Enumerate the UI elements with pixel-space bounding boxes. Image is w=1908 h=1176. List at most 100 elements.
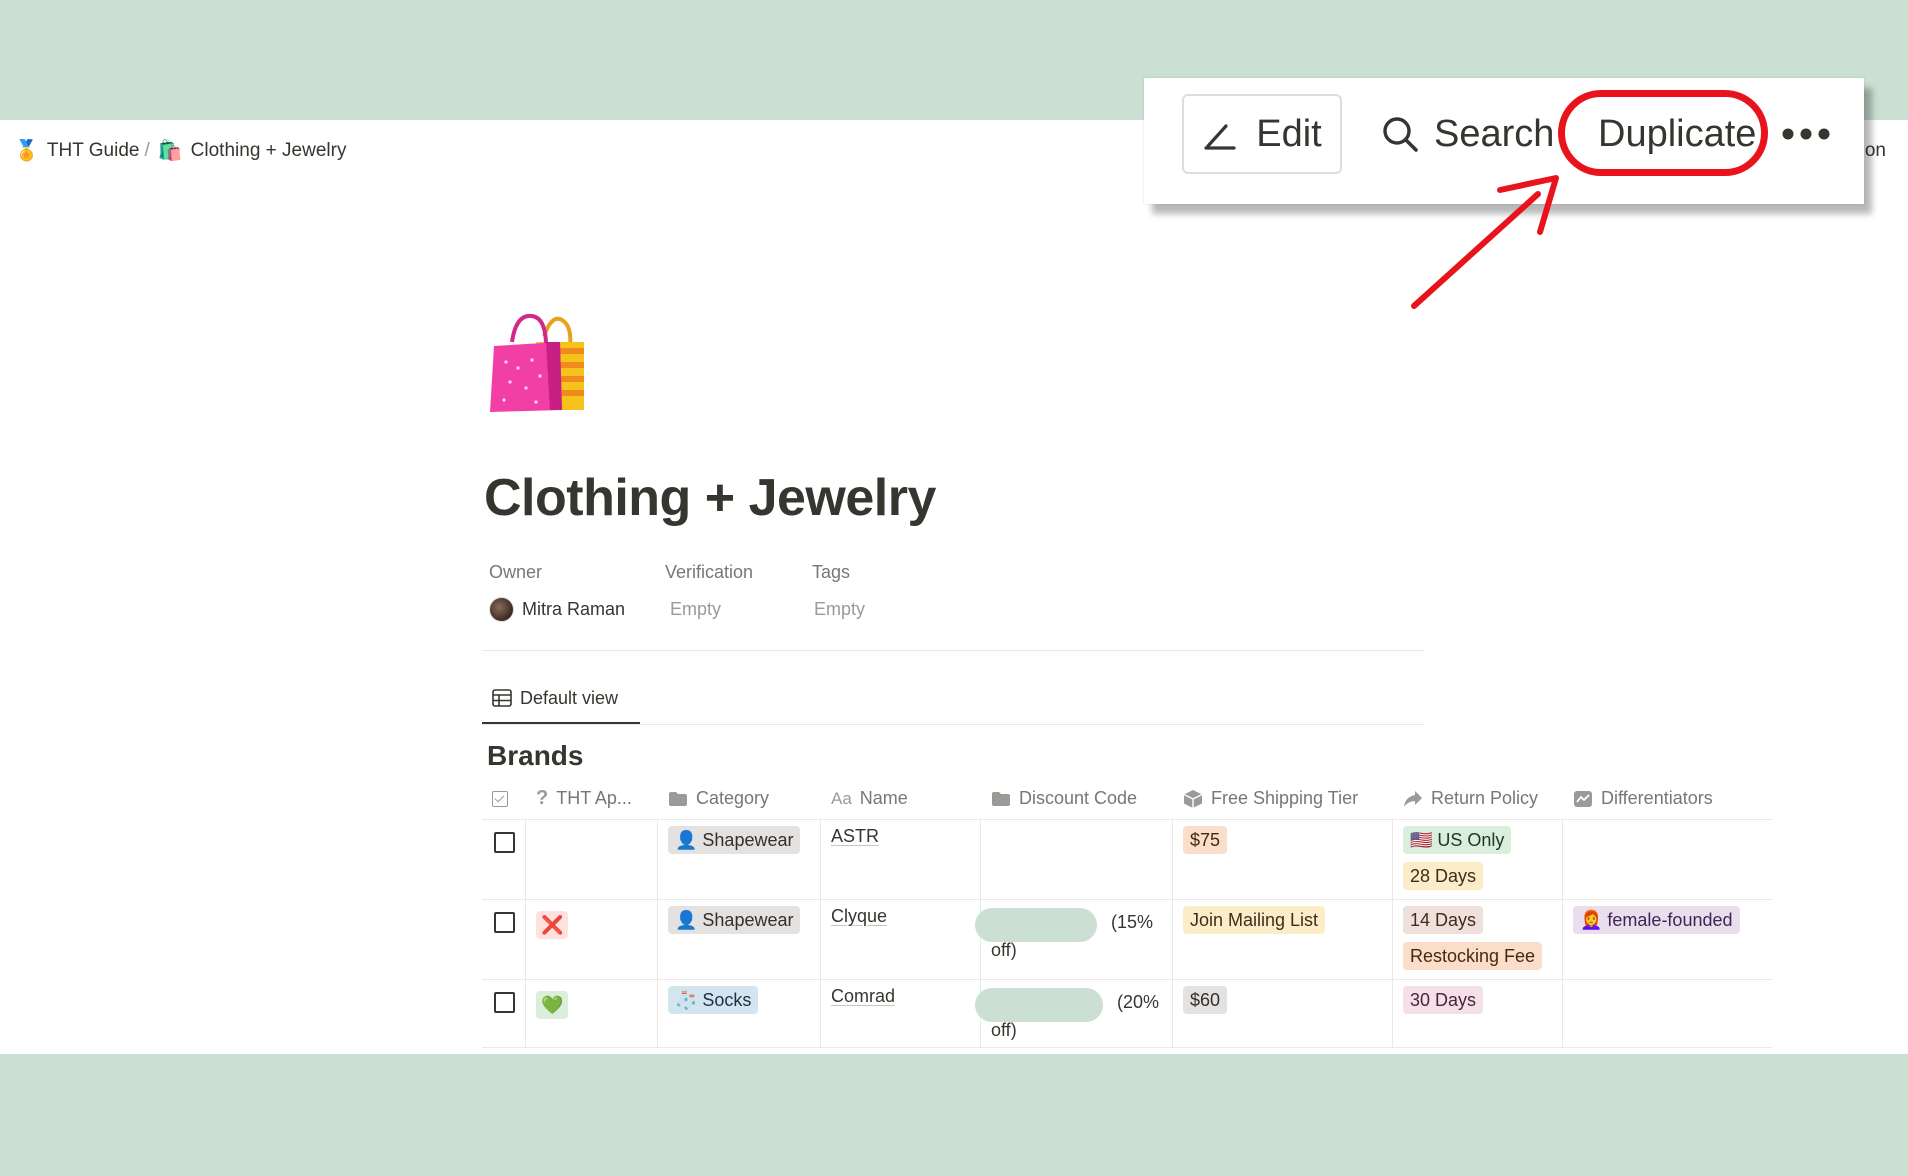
table-row[interactable]: ❌ 👤 Shapewear Clyque (15% off) Join Mail… — [482, 900, 1772, 980]
category-tag: 🧦 Socks — [668, 986, 759, 1014]
property-verification[interactable]: Verification Empty — [665, 562, 812, 624]
tab-default-view[interactable]: Default view — [482, 680, 628, 716]
return-tag: Restocking Fee — [1403, 942, 1543, 970]
notion-page: 🏅 THT Guide / 🛍️ Clothing + Jewelry ion … — [0, 120, 1908, 1054]
brand-link[interactable]: Clyque — [831, 906, 887, 926]
more-options-button[interactable] — [1776, 94, 1836, 174]
shopping-bags-icon[interactable] — [486, 306, 594, 414]
column-header-category[interactable]: Category — [658, 782, 821, 815]
name-cell[interactable]: ASTR — [821, 820, 981, 899]
more-dots-icon — [1782, 128, 1830, 140]
search-icon — [1383, 117, 1418, 152]
column-header-tht[interactable]: ? THT Ap... — [526, 781, 658, 816]
diff-cell[interactable] — [1563, 820, 1772, 899]
shipping-tag: $60 — [1183, 986, 1228, 1014]
row-check-cell — [482, 980, 526, 1047]
property-value[interactable]: Mitra Raman — [489, 594, 665, 624]
duplicate-button[interactable]: Duplicate — [1586, 94, 1768, 174]
column-label: Free Shipping Tier — [1211, 788, 1359, 808]
property-label: Verification — [665, 562, 754, 582]
medal-icon: 🏅 — [14, 140, 39, 162]
column-header-diff[interactable]: Differentiators — [1563, 782, 1772, 815]
property-label: Owner — [489, 562, 543, 582]
tht-cell[interactable]: ❌ — [526, 900, 658, 979]
property-value[interactable]: Empty — [812, 594, 952, 624]
diff-cell[interactable]: 👩‍🦰 female-founded — [1563, 900, 1772, 979]
column-header-shipping[interactable]: Free Shipping Tier — [1173, 782, 1393, 815]
tht-cell[interactable]: 💚 — [526, 980, 658, 1047]
edit-button[interactable]: Edit — [1182, 94, 1342, 174]
name-cell[interactable]: Clyque — [821, 900, 981, 979]
shipping-tag: Join Mailing List — [1183, 906, 1326, 934]
return-cell[interactable]: 30 Days — [1393, 980, 1563, 1047]
redaction-mark — [975, 988, 1103, 1022]
row-checkbox[interactable] — [494, 992, 515, 1013]
toolbar-callout: Edit Search Duplicate — [1144, 78, 1864, 204]
page-title[interactable]: Clothing + Jewelry — [484, 468, 936, 528]
page-properties: Owner Mitra Raman Verification Empty Tag… — [489, 562, 952, 624]
property-tags[interactable]: Tags Empty — [812, 562, 952, 624]
row-checkbox[interactable] — [494, 912, 515, 933]
row-check-cell — [482, 900, 526, 979]
view-label: Default view — [520, 687, 619, 708]
shipping-cell[interactable]: Join Mailing List — [1173, 900, 1393, 979]
return-tag: 14 Days — [1403, 906, 1484, 934]
category-cell[interactable]: 👤 Shapewear — [658, 820, 821, 899]
return-cell[interactable]: 🇺🇸 US Only 28 Days — [1393, 820, 1563, 899]
category-cell[interactable]: 👤 Shapewear — [658, 900, 821, 979]
category-cell[interactable]: 🧦 Socks — [658, 980, 821, 1047]
cross-mark-icon: ❌ — [536, 911, 569, 939]
redaction-mark — [975, 908, 1097, 942]
green-heart-icon: 💚 — [536, 991, 569, 1019]
column-header-check[interactable] — [482, 785, 526, 813]
row-checkbox[interactable] — [494, 832, 515, 853]
breadcrumb-item-clothing[interactable]: 🛍️ Clothing + Jewelry — [158, 140, 347, 162]
return-cell[interactable]: 14 Days Restocking Fee — [1393, 900, 1563, 979]
shipping-cell[interactable]: $75 — [1173, 820, 1393, 899]
category-tag: 👤 Shapewear — [668, 906, 801, 934]
property-value[interactable]: Empty — [665, 594, 812, 624]
name-cell[interactable]: Comrad — [821, 980, 981, 1047]
folder-icon — [669, 791, 687, 806]
differentiator-tag: 👩‍🦰 female-founded — [1573, 906, 1740, 934]
column-header-name[interactable]: Aa Name — [821, 782, 981, 815]
edit-label: Edit — [1256, 112, 1322, 155]
column-header-discount[interactable]: Discount Code — [981, 782, 1173, 815]
diff-cell[interactable] — [1563, 980, 1772, 1047]
breadcrumb-separator: / — [144, 140, 150, 161]
properties-divider — [482, 650, 1424, 651]
database-title[interactable]: Brands — [487, 740, 583, 772]
column-label: Differentiators — [1601, 788, 1713, 808]
shipping-tag: $75 — [1183, 826, 1228, 854]
pencil-icon — [1204, 124, 1236, 150]
topbar-clipped-text: ion — [1860, 140, 1886, 161]
chart-icon — [1574, 790, 1592, 807]
column-label: THT Ap... — [556, 788, 632, 808]
return-tag: 30 Days — [1403, 986, 1484, 1014]
return-tag: 🇺🇸 US Only — [1403, 826, 1512, 854]
discount-cell[interactable]: (20% off) — [975, 980, 1173, 1047]
discount-cell[interactable] — [981, 820, 1173, 899]
table-row[interactable]: 👤 Shapewear ASTR $75 🇺🇸 US Only 28 Days — [482, 820, 1772, 900]
table-header-row: ? THT Ap... Category Aa Name Discount Co… — [482, 778, 1772, 820]
search-button[interactable]: Search — [1380, 94, 1554, 174]
column-label: Name — [859, 788, 908, 808]
checkbox-icon — [492, 790, 508, 807]
tht-cell[interactable] — [526, 820, 658, 899]
owner-name: Mitra Raman — [522, 598, 626, 619]
brand-link[interactable]: ASTR — [831, 826, 879, 846]
row-check-cell — [482, 820, 526, 899]
table-row[interactable]: 💚 🧦 Socks Comrad (20% off) $60 30 Days — [482, 980, 1772, 1048]
breadcrumb: 🏅 THT Guide / 🛍️ Clothing + Jewelry — [14, 136, 346, 166]
discount-cell[interactable]: (15% off) — [975, 900, 1173, 979]
database-table: ? THT Ap... Category Aa Name Discount Co… — [482, 778, 1772, 1048]
brand-link[interactable]: Comrad — [831, 986, 895, 1006]
shipping-cell[interactable]: $60 — [1173, 980, 1393, 1047]
breadcrumb-item-tht-guide[interactable]: 🏅 THT Guide — [14, 140, 139, 162]
property-owner[interactable]: Owner Mitra Raman — [489, 562, 665, 624]
folder-icon — [992, 791, 1010, 806]
column-header-return[interactable]: Return Policy — [1393, 782, 1563, 815]
duplicate-label: Duplicate — [1598, 112, 1757, 155]
breadcrumb-label: THT Guide — [46, 140, 140, 161]
breadcrumb-label: Clothing + Jewelry — [190, 140, 347, 161]
